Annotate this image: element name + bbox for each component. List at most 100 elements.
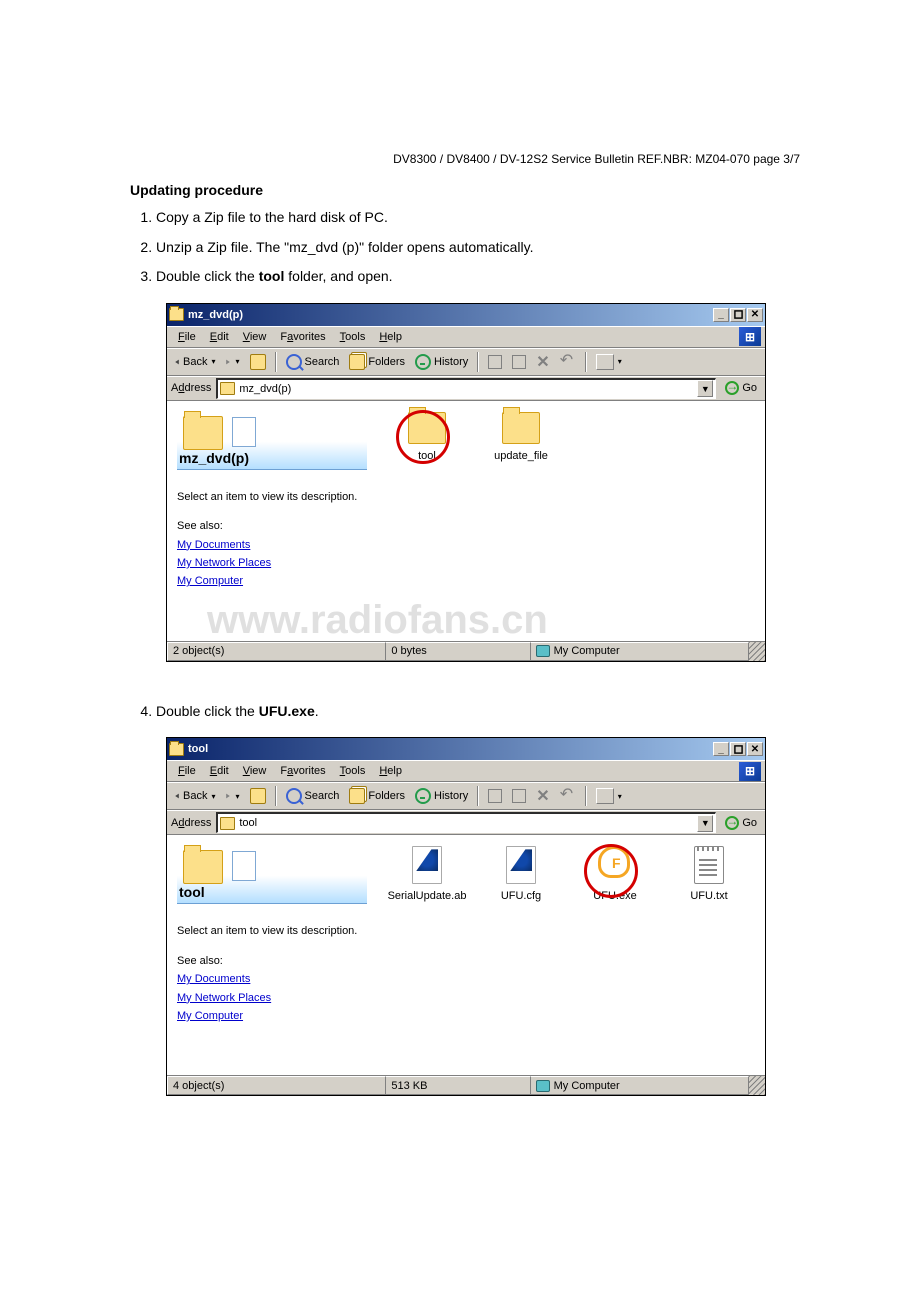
step3-bold: tool [259, 268, 285, 284]
back-button[interactable]: Back▾ [171, 354, 218, 370]
menubar: File Edit View Favorites Tools Help ⊞ [167, 326, 765, 348]
menu-favorites[interactable]: Favorites [273, 329, 332, 345]
menu-tools[interactable]: Tools [333, 329, 373, 345]
step-2: Unzip a Zip file. The "mz_dvd (p)" folde… [156, 238, 820, 258]
status-count: 2 object(s) [167, 642, 386, 661]
copyto-button[interactable] [509, 787, 529, 805]
address-field[interactable]: tool ▼ [216, 812, 716, 833]
status-size: 513 KB [386, 1076, 530, 1095]
menu-view[interactable]: View [236, 763, 274, 779]
folder-item-updatefile[interactable]: update_file [483, 412, 559, 462]
step-4: Double click the UFU.exe. [156, 702, 820, 722]
link-networkplaces[interactable]: My Network Places [177, 556, 367, 571]
folders-label: Folders [368, 356, 405, 368]
maximize-button[interactable] [730, 308, 746, 322]
folder-label: tool [418, 450, 436, 462]
delete-button[interactable]: ✕ [533, 350, 552, 374]
file-item-ufutxt[interactable]: UFU.txt [671, 846, 747, 902]
folders-button[interactable]: Folders [346, 786, 408, 806]
back-label: Back [183, 790, 207, 802]
titlebar[interactable]: mz_dvd(p) _ ✕ [167, 304, 765, 326]
folder-icon [408, 412, 446, 444]
resize-grip[interactable] [749, 1076, 765, 1095]
file-item-serialupdate[interactable]: SerialUpdate.ab [389, 846, 465, 902]
menu-tools[interactable]: Tools [333, 763, 373, 779]
menu-file-rest: ile [185, 331, 196, 343]
search-button[interactable]: Search [283, 352, 343, 372]
icon-area[interactable]: SerialUpdate.ab UFU.cfg UFU.exe UFU.txt [377, 836, 765, 1075]
views-button[interactable]: ▾ [593, 352, 625, 372]
link-mycomputer[interactable]: My Computer [177, 1009, 367, 1024]
link-networkplaces[interactable]: My Network Places [177, 991, 367, 1006]
menu-edit[interactable]: Edit [203, 329, 236, 345]
content-area: tool Select an item to view its descript… [167, 835, 765, 1075]
status-location: My Computer [531, 1076, 749, 1095]
moveto-button[interactable] [485, 787, 505, 805]
address-value: tool [239, 817, 693, 829]
history-button[interactable]: History [412, 352, 471, 372]
search-button[interactable]: Search [283, 786, 343, 806]
close-button[interactable]: ✕ [747, 742, 763, 756]
back-button[interactable]: Back▾ [171, 788, 218, 804]
explorer-window-tool: tool _ ✕ File Edit View Favorites Tools … [166, 737, 766, 1096]
back-label: Back [183, 356, 207, 368]
file-item-ufucfg[interactable]: UFU.cfg [483, 846, 559, 902]
close-button[interactable]: ✕ [747, 308, 763, 322]
go-button[interactable]: Go [721, 381, 761, 395]
up-button[interactable] [247, 786, 269, 806]
file-item-ufuexe[interactable]: UFU.exe [577, 846, 653, 902]
link-mydocuments[interactable]: My Documents [177, 538, 367, 553]
computer-icon [536, 645, 550, 657]
panel-title: tool [179, 884, 205, 900]
folders-button[interactable]: Folders [346, 352, 408, 372]
statusbar: 4 object(s) 513 KB My Computer [167, 1075, 765, 1095]
go-button[interactable]: Go [721, 816, 761, 830]
left-panel: tool Select an item to view its descript… [167, 836, 377, 1075]
views-button[interactable]: ▾ [593, 786, 625, 806]
link-mycomputer[interactable]: My Computer [177, 574, 367, 589]
link-mydocuments[interactable]: My Documents [177, 972, 367, 987]
maximize-button[interactable] [730, 742, 746, 756]
undo-button[interactable] [557, 788, 579, 804]
menu-favorites[interactable]: Favorites [273, 763, 332, 779]
icon-area[interactable]: tool update_file [377, 402, 765, 641]
address-value: mz_dvd(p) [239, 383, 693, 395]
folder-item-tool[interactable]: tool [389, 412, 465, 462]
search-label: Search [305, 356, 340, 368]
minimize-button[interactable]: _ [713, 308, 729, 322]
menu-view[interactable]: View [236, 329, 274, 345]
dropdown-button[interactable]: ▼ [697, 380, 713, 397]
doc-icon [232, 851, 256, 881]
exe-icon [596, 846, 634, 884]
statusbar: 2 object(s) 0 bytes My Computer [167, 641, 765, 661]
panel-banner: mz_dvd(p) [177, 408, 367, 470]
window-title: tool [188, 743, 713, 755]
minimize-button[interactable]: _ [713, 742, 729, 756]
menu-edit[interactable]: Edit [203, 763, 236, 779]
titlebar[interactable]: tool _ ✕ [167, 738, 765, 760]
copyto-button[interactable] [509, 353, 529, 371]
forward-button[interactable]: ▾ [222, 355, 242, 369]
menu-file[interactable]: File [171, 329, 203, 345]
dropdown-button[interactable]: ▼ [697, 815, 713, 832]
menu-help[interactable]: Help [372, 329, 409, 345]
go-label: Go [742, 382, 757, 394]
address-field[interactable]: mz_dvd(p) ▼ [216, 378, 716, 399]
delete-button[interactable]: ✕ [533, 784, 552, 808]
resize-grip[interactable] [749, 642, 765, 661]
step4-post: . [315, 703, 319, 719]
menu-help[interactable]: Help [372, 763, 409, 779]
up-button[interactable] [247, 352, 269, 372]
menu-file[interactable]: File [171, 763, 203, 779]
panel-desc: Select an item to view its description. [177, 490, 367, 505]
page-header: DV8300 / DV8400 / DV-12S2 Service Bullet… [393, 152, 800, 166]
menubar: File Edit View Favorites Tools Help ⊞ [167, 760, 765, 782]
history-button[interactable]: History [412, 786, 471, 806]
folder-icon [169, 308, 184, 321]
moveto-button[interactable] [485, 353, 505, 371]
address-label: Address [171, 817, 211, 829]
forward-button[interactable]: ▾ [222, 789, 242, 803]
history-label: History [434, 790, 468, 802]
undo-button[interactable] [557, 354, 579, 370]
step3-post: folder, and open. [284, 268, 392, 284]
